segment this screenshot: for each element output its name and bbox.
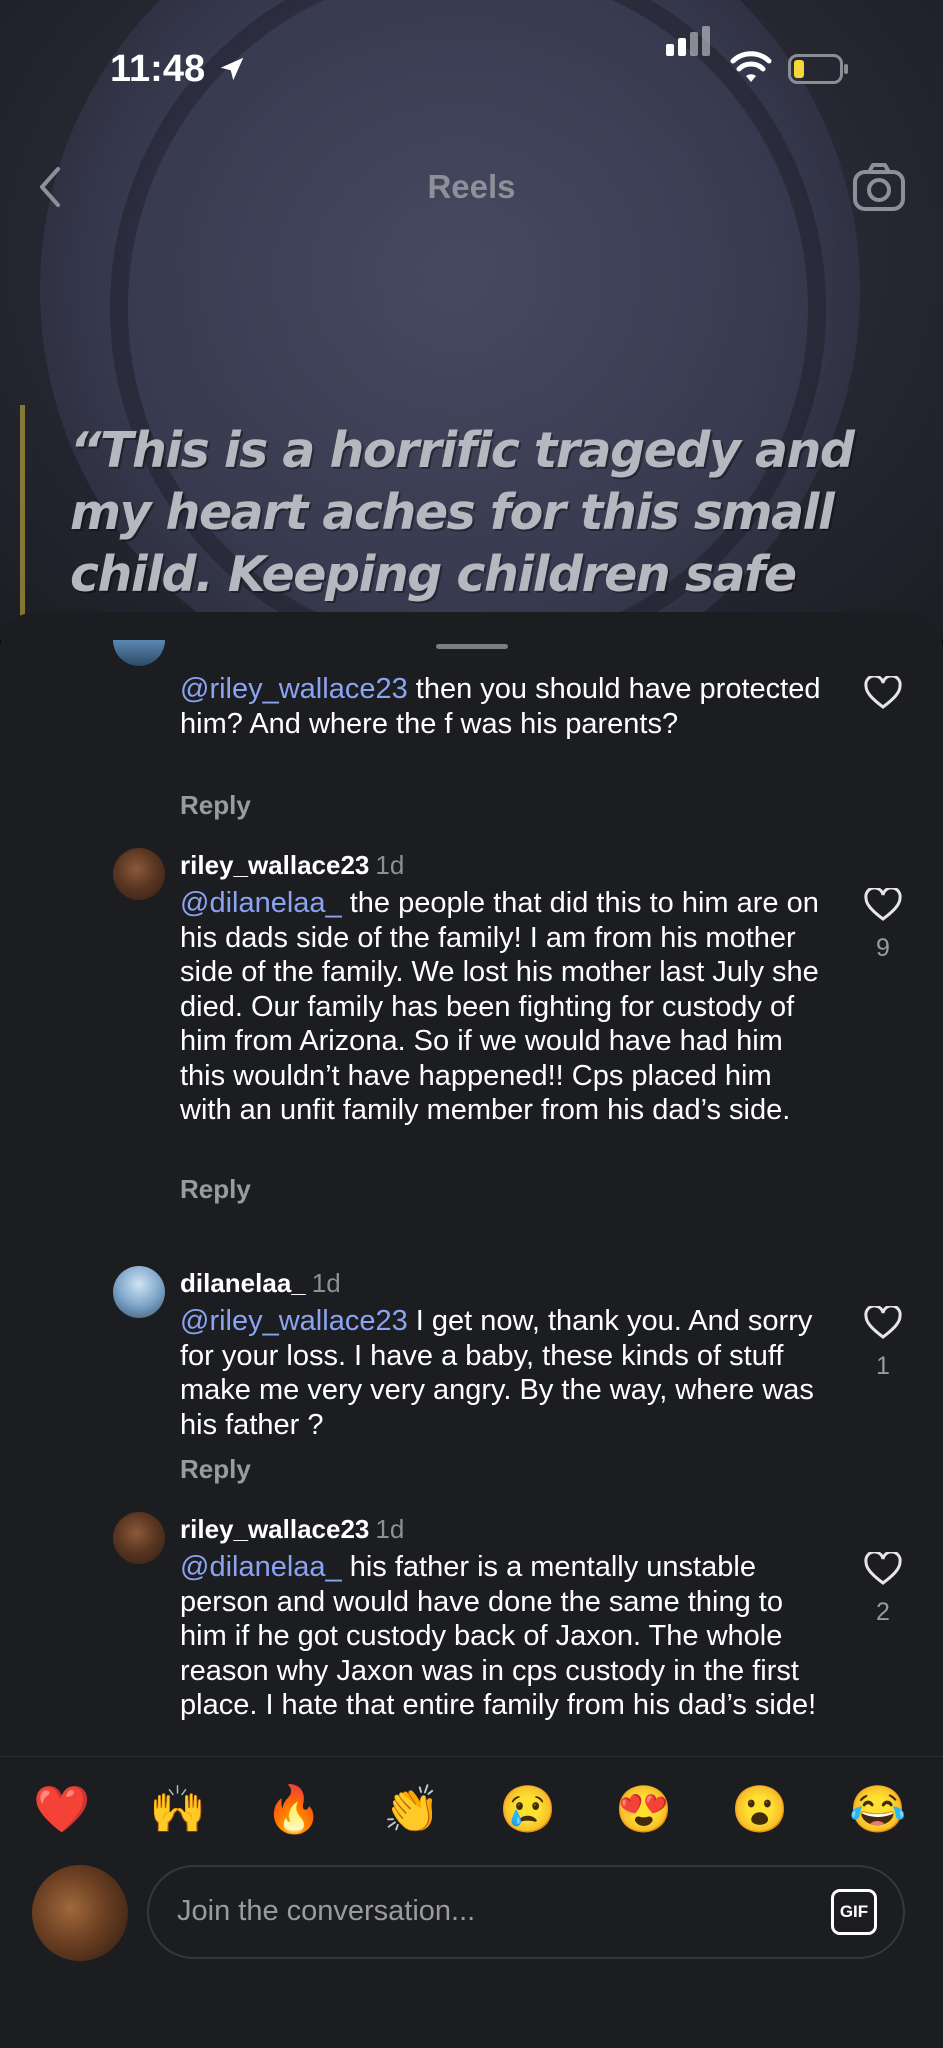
comment-mention[interactable]: @dilanelaa_ — [180, 887, 342, 919]
avatar[interactable] — [113, 1266, 165, 1318]
emoji-laughing[interactable]: 😂 — [848, 1779, 908, 1839]
comment-mention[interactable]: @dilanelaa_ — [180, 1551, 342, 1583]
like-count: 1 — [876, 1352, 890, 1380]
comment-text: @riley_wallace23 then you should have pr… — [180, 672, 830, 741]
heart-icon[interactable] — [864, 1306, 902, 1340]
wifi-icon — [730, 51, 772, 82]
comment-header: riley_wallace23 1d — [180, 850, 404, 881]
avatar — [32, 1865, 128, 1961]
heart-icon[interactable] — [864, 1552, 902, 1586]
avatar[interactable] — [113, 640, 165, 666]
comment-body: the people that did this to him are on h… — [180, 887, 819, 1126]
emoji-fire[interactable]: 🔥 — [264, 1779, 324, 1839]
emoji-heart-eyes[interactable]: 😍 — [614, 1779, 674, 1839]
sheet-grabber[interactable] — [436, 644, 508, 649]
reply-button[interactable]: Reply — [180, 790, 251, 821]
heart-icon[interactable] — [864, 888, 902, 922]
comment-input[interactable]: Join the conversation... GIF — [147, 1865, 905, 1959]
status-time: 11:48 — [110, 48, 206, 90]
reply-button[interactable]: Reply — [180, 1454, 251, 1485]
avatar[interactable] — [113, 1512, 165, 1564]
camera-icon[interactable] — [852, 162, 906, 212]
emoji-heart[interactable]: ❤️ — [32, 1779, 92, 1839]
comment-mention[interactable]: @riley_wallace23 — [180, 673, 408, 705]
comment-header: riley_wallace23 1d — [180, 1514, 404, 1545]
reply-button[interactable]: Reply — [180, 1174, 251, 1205]
like-count: 9 — [876, 934, 890, 962]
location-arrow-icon — [220, 57, 244, 81]
status-bar: 11:48 — [0, 0, 943, 120]
comment-header: dilanelaa_ 1d — [180, 1268, 341, 1299]
heart-icon[interactable] — [864, 676, 902, 710]
reel-accent-bar — [20, 405, 25, 640]
comment-composer: Join the conversation... GIF — [0, 1856, 943, 2048]
comment-username[interactable]: riley_wallace23 — [180, 850, 369, 880]
emoji-raised-hands[interactable]: 🙌 — [148, 1779, 208, 1839]
comment-text: @riley_wallace23 I get now, thank you. A… — [180, 1304, 830, 1442]
emoji-clap[interactable]: 👏 — [382, 1779, 442, 1839]
comment-mention[interactable]: @riley_wallace23 — [180, 1305, 408, 1337]
comment-age: 1d — [375, 850, 405, 880]
comment-age: 1d — [375, 1514, 405, 1544]
comment-input-placeholder[interactable]: Join the conversation... — [177, 1895, 475, 1928]
comment-username[interactable]: riley_wallace23 — [180, 1514, 369, 1544]
like-count: 2 — [876, 1598, 890, 1626]
page-title: Reels — [427, 168, 516, 205]
comment-text: @dilanelaa_ the people that did this to … — [180, 886, 830, 1128]
avatar[interactable] — [113, 848, 165, 900]
comment-age: 1d — [311, 1268, 341, 1298]
emoji-quick-bar: ❤️ 🙌 🔥 👏 😢 😍 😮 😂 — [0, 1756, 943, 1857]
emoji-surprised[interactable]: 😮 — [730, 1779, 790, 1839]
battery-icon — [788, 54, 848, 84]
comment-text: @dilanelaa_ his father is a mentally uns… — [180, 1550, 830, 1723]
emoji-crying[interactable]: 😢 — [498, 1779, 558, 1839]
gif-button[interactable]: GIF — [831, 1889, 877, 1935]
comment-username[interactable]: dilanelaa_ — [180, 1268, 306, 1298]
reel-quote: “This is a horrific tragedy and my heart… — [70, 422, 855, 603]
